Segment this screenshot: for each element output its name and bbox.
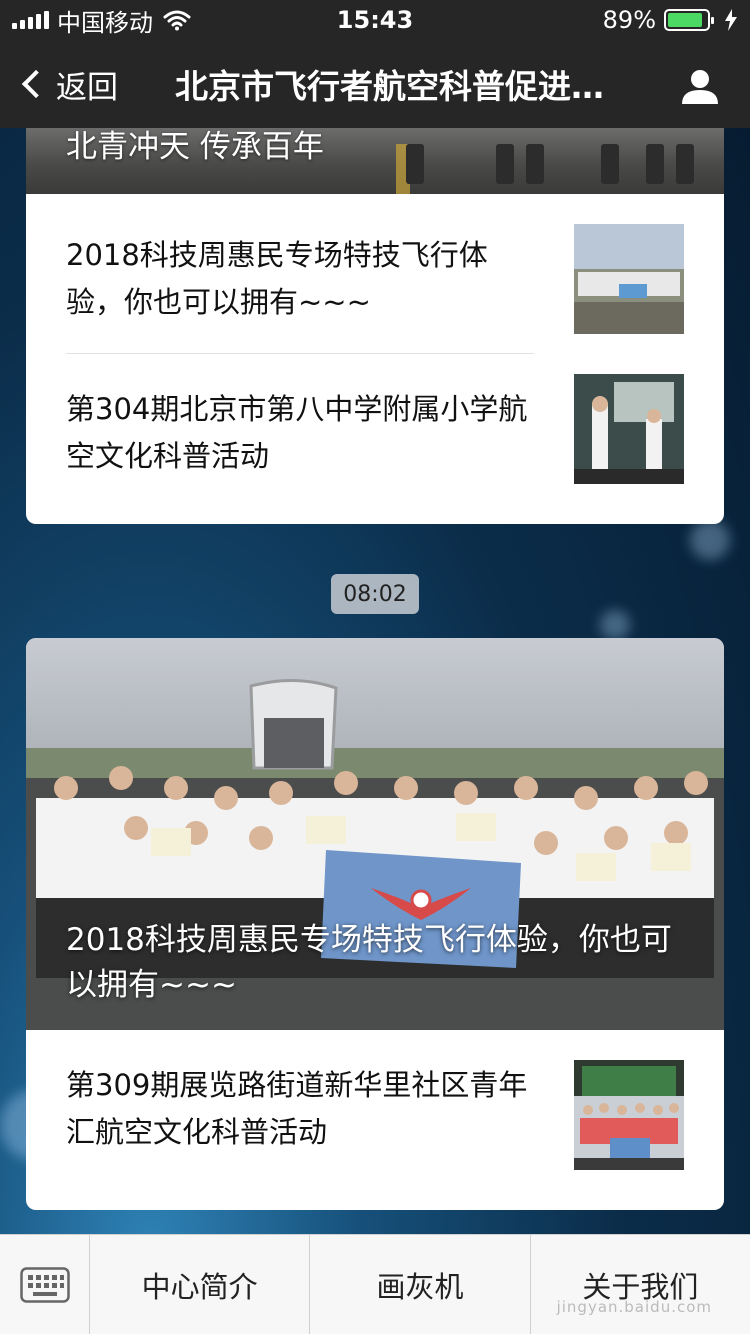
- back-label: 返回: [56, 69, 118, 106]
- list-item[interactable]: 2018科技周惠民专场特技飞行体验，你也可以拥有~~~: [26, 194, 724, 354]
- message-list[interactable]: 北青冲天 传承百年 2018科技周惠民专场特技飞行体验，你也可以拥有~~~ 第3…: [0, 128, 750, 1234]
- article-title: 第309期展览路街道新华里社区青年汇航空文化科普活动: [66, 1068, 528, 1149]
- cover-image[interactable]: 北青冲天 传承百年: [26, 128, 724, 194]
- cover-image[interactable]: 2018科技周惠民专场特技飞行体验，你也可以拥有~~~: [26, 638, 724, 1030]
- menu-item-about-us[interactable]: 关于我们: [531, 1235, 750, 1334]
- cover-title: 北青冲天 传承百年: [66, 129, 324, 165]
- list-item[interactable]: 第309期展览路街道新华里社区青年汇航空文化科普活动: [26, 1030, 724, 1210]
- keyboard-toggle-button[interactable]: [0, 1235, 90, 1334]
- signal-icon: [12, 11, 49, 29]
- profile-icon[interactable]: [680, 66, 720, 106]
- battery-percent: 89%: [602, 6, 656, 34]
- carrier-name: 中国移动: [57, 8, 153, 37]
- message-timestamp: 08:02: [331, 574, 419, 614]
- back-button[interactable]: 返回: [0, 40, 118, 128]
- article-thumbnail: [574, 374, 684, 484]
- article-title: 2018科技周惠民专场特技飞行体验，你也可以拥有~~~: [66, 238, 488, 319]
- cover-title: 2018科技周惠民专场特技飞行体验，你也可以拥有~~~: [66, 922, 672, 1003]
- chevron-left-icon: [21, 69, 51, 99]
- article-card: 北青冲天 传承百年 2018科技周惠民专场特技飞行体验，你也可以拥有~~~ 第3…: [26, 128, 724, 524]
- charging-icon: [725, 9, 737, 31]
- battery-fill: [668, 13, 702, 27]
- status-right: 89%: [603, 6, 738, 34]
- page-title: 北京市飞行者航空科普促进中心: [175, 67, 635, 106]
- keyboard-icon: [19, 1266, 70, 1303]
- status-bar: 中国移动 15:43 89%: [0, 0, 750, 40]
- battery-icon: [664, 9, 714, 31]
- menu-item-intro[interactable]: 中心简介: [90, 1235, 311, 1334]
- article-thumbnail: [574, 224, 684, 334]
- article-card: 2018科技周惠民专场特技飞行体验，你也可以拥有~~~ 第309期展览路街道新华…: [26, 638, 724, 1210]
- article-title: 第304期北京市第八中学附属小学航空文化科普活动: [66, 392, 528, 473]
- menu-item-draw-plane[interactable]: 画灰机: [310, 1235, 531, 1334]
- bottom-menu: 中心简介 画灰机 关于我们: [0, 1234, 750, 1334]
- list-item[interactable]: 第304期北京市第八中学附属小学航空文化科普活动: [26, 354, 724, 514]
- nav-bar: 返回 北京市飞行者航空科普促进中心: [0, 40, 750, 128]
- watermark-text: jingyan.baidu.com: [556, 1298, 712, 1316]
- wifi-icon: [163, 10, 191, 31]
- article-thumbnail: [574, 1060, 684, 1170]
